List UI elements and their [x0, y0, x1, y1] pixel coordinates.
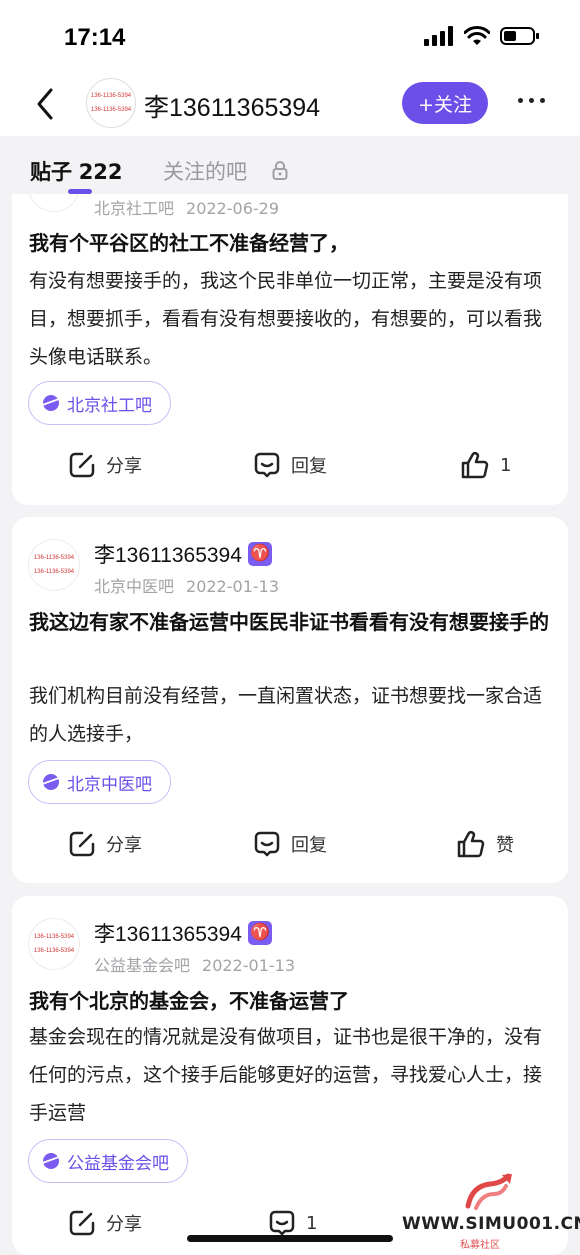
battery-icon: [500, 27, 539, 45]
share-label: 分享: [106, 1214, 142, 1235]
avatar-text: 136-1136-5394: [90, 93, 132, 99]
share-edit-icon: [69, 452, 95, 478]
status-bar: 17:14: [0, 0, 580, 72]
post-body: 我们机构目前没有经营，一直闲置状态，证书想要找一家合适的人选接手，: [29, 685, 543, 745]
tab-posts-label: 贴子: [30, 160, 72, 184]
share-button[interactable]: 分享: [68, 1209, 142, 1237]
share-label: 分享: [106, 456, 142, 477]
more-dot-icon: [518, 98, 523, 103]
more-dot-icon: [529, 98, 534, 103]
post-author[interactable]: 李13611365394 ♈: [94, 539, 272, 569]
reply-bubble-icon: [254, 452, 280, 478]
follow-button[interactable]: +关注: [402, 82, 488, 124]
post-title: 我这边有家不准备运营中医民非证书看看有没有想要接手的: [29, 610, 549, 634]
avatar-text: 136-1136-5394: [33, 555, 75, 561]
post-author-name: 李13611365394: [94, 544, 242, 567]
post-body: 基金会现在的情况就是没有做项目，证书也是很干净的，没有任何的污点，这个接手后能够…: [29, 1026, 543, 1124]
chevron-left-icon: [37, 88, 53, 120]
post-bar-name[interactable]: 北京社工吧: [94, 199, 174, 218]
reply-button[interactable]: 回复: [253, 451, 327, 479]
post-author-name: 李13611365394: [94, 923, 242, 946]
share-button[interactable]: 分享: [68, 830, 142, 858]
post-date: 2022-06-29: [186, 199, 279, 218]
bar-tag-label: 北京社工吧: [67, 395, 152, 416]
aries-badge-icon: ♈: [247, 921, 272, 945]
tab-posts[interactable]: 贴子 222: [30, 156, 123, 186]
reply-bubble-icon: [254, 831, 280, 857]
avatar-text: 136-1136-5394: [33, 569, 75, 575]
share-button[interactable]: 分享: [68, 451, 142, 479]
like-button[interactable]: 赞: [456, 830, 514, 858]
profile-avatar[interactable]: 136-1136-5394 136-1136-5394: [86, 78, 136, 128]
watermark: WWW.SIMU001.CN 私募社区: [398, 1168, 580, 1252]
post-date: 2022-01-13: [202, 956, 295, 975]
back-button[interactable]: [28, 84, 62, 124]
reply-bubble-icon: [269, 1210, 295, 1236]
bar-tag[interactable]: 北京社工吧: [28, 381, 171, 425]
cellular-signal-icon: [424, 26, 453, 46]
profile-name: 李13611365394: [144, 94, 321, 122]
planet-icon: [43, 1153, 59, 1169]
aries-badge-icon: ♈: [247, 542, 272, 566]
like-label: 赞: [496, 835, 514, 856]
tab-posts-count: 222: [78, 160, 123, 184]
share-label: 分享: [106, 835, 142, 856]
avatar-text: 136-1136-5394: [33, 934, 75, 940]
reply-label: 回复: [291, 456, 327, 477]
home-indicator[interactable]: [187, 1235, 393, 1242]
post-bar-name[interactable]: 公益基金会吧: [94, 956, 190, 975]
thumbs-up-icon: [461, 452, 489, 479]
more-options-button[interactable]: [518, 98, 545, 103]
avatar-text: 136-1136-5394: [33, 948, 75, 954]
share-edit-icon: [69, 831, 95, 857]
bar-tag[interactable]: 北京中医吧: [28, 760, 171, 804]
author-avatar[interactable]: 136-1136-5394 136-1136-5394: [28, 539, 80, 591]
tab-followed-bars[interactable]: 关注的吧: [163, 156, 247, 186]
nav-bar: 136-1136-5394 136-1136-5394 李13611365394…: [0, 72, 580, 136]
post-card[interactable]: 136-1136-5394 136-1136-5394 李13611365394…: [12, 517, 568, 883]
watermark-logo-icon: [465, 1173, 512, 1210]
bar-tag[interactable]: 公益基金会吧: [28, 1139, 188, 1183]
thumbs-up-icon: [457, 831, 485, 858]
reply-count: 1: [306, 1212, 318, 1234]
post-card[interactable]: 136-1136-5394 136-1136-5394 北京社工吧2022-06…: [12, 140, 568, 505]
bar-tag-label: 北京中医吧: [67, 774, 152, 795]
tab-bar: 贴子 222 关注的吧: [0, 136, 580, 194]
lock-icon: [272, 161, 288, 180]
share-edit-icon: [69, 1210, 95, 1236]
post-meta: 公益基金会吧 2022-01-13: [94, 952, 295, 976]
planet-icon: [43, 774, 59, 790]
post-body: 有没有想要接手的，我这个民非单位一切正常，主要是没有项目，想要抓手，看看有没有想…: [29, 270, 543, 368]
avatar-text: 136-1136-5394: [90, 107, 132, 113]
wifi-icon: [464, 26, 490, 45]
planet-icon: [43, 395, 59, 411]
reply-button[interactable]: 回复: [253, 830, 327, 858]
watermark-subtext: 私募社区: [460, 1240, 500, 1251]
author-avatar[interactable]: 136-1136-5394 136-1136-5394: [28, 918, 80, 970]
post-meta: 北京社工吧 2022-06-29: [94, 195, 279, 219]
post-title: 我有个北京的基金会，不准备运营了: [29, 989, 349, 1013]
status-time: 17:14: [64, 24, 126, 51]
more-dot-icon: [540, 98, 545, 103]
watermark-text: WWW.SIMU001.CN: [402, 1214, 580, 1234]
bar-tag-label: 公益基金会吧: [67, 1153, 169, 1174]
like-button[interactable]: 1: [460, 451, 511, 479]
post-date: 2022-01-13: [186, 577, 279, 596]
post-bar-name[interactable]: 北京中医吧: [94, 577, 174, 596]
active-tab-indicator: [68, 189, 92, 194]
like-count: 1: [500, 454, 512, 476]
reply-label: 回复: [291, 835, 327, 856]
post-author[interactable]: 李13611365394 ♈: [94, 918, 272, 948]
post-title: 我有个平谷区的社工不准备经营了，: [29, 231, 349, 255]
status-icons: [424, 26, 540, 46]
post-meta: 北京中医吧 2022-01-13: [94, 573, 279, 597]
reply-button[interactable]: 1: [268, 1209, 317, 1237]
